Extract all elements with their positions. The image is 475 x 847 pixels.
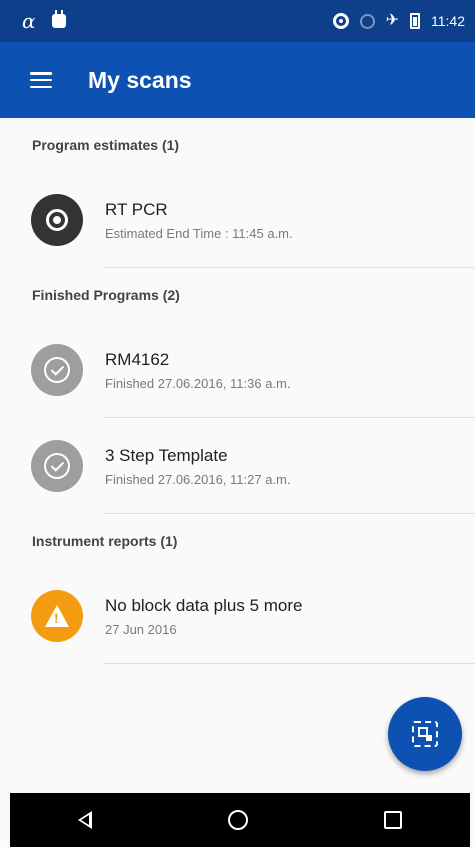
list-item-rt-pcr[interactable]: RT PCR Estimated End Time : 11:45 a.m. [0,172,475,268]
menu-icon[interactable] [30,72,52,88]
item-title: No block data plus 5 more [105,595,303,615]
airplane-icon: ✈ [385,12,399,29]
divider [104,663,475,664]
item-subtitle: Finished 27.06.2016, 11:36 a.m. [105,375,291,391]
divider [104,513,475,514]
alarm-icon [359,13,375,29]
section-header-program-estimates: Program estimates (1) [32,137,180,153]
android-icon [51,10,66,28]
list-item-rm4162[interactable]: RM4162 Finished 27.06.2016, 11:36 a.m. [0,322,475,418]
alpha-icon: α [22,9,36,33]
divider [104,267,475,268]
list-item-3-step-template[interactable]: 3 Step Template Finished 27.06.2016, 11:… [0,418,475,514]
sync-icon [332,13,349,29]
item-title: RM4162 [105,349,170,369]
back-icon[interactable] [78,811,92,829]
item-subtitle: Finished 27.06.2016, 11:27 a.m. [105,471,291,487]
check-circle-icon [31,344,83,396]
page-title: My scans [88,66,192,93]
item-subtitle: 27 Jun 2016 [105,621,177,637]
warning-icon [31,590,83,642]
item-title: 3 Step Template [105,445,228,465]
battery-icon [410,13,420,29]
status-time: 11:42 [431,13,465,29]
check-circle-icon [31,440,83,492]
section-header-finished-programs: Finished Programs (2) [32,287,180,303]
clock-icon [31,194,83,246]
home-icon[interactable] [228,810,248,830]
item-subtitle: Estimated End Time : 11:45 a.m. [105,225,293,241]
scan-list: Program estimates (1) RT PCR Estimated E… [0,118,475,664]
scan-qr-button[interactable] [388,697,462,771]
section-header-instrument-reports: Instrument reports (1) [32,533,178,549]
app-bar: My scans [0,42,475,118]
navigation-bar [10,793,470,847]
list-item-no-block-data[interactable]: No block data plus 5 more 27 Jun 2016 [0,568,475,664]
recent-apps-icon[interactable] [384,811,402,829]
qr-scan-icon [412,721,438,747]
status-bar: α ✈ 11:42 [0,0,475,42]
item-title: RT PCR [105,199,168,219]
